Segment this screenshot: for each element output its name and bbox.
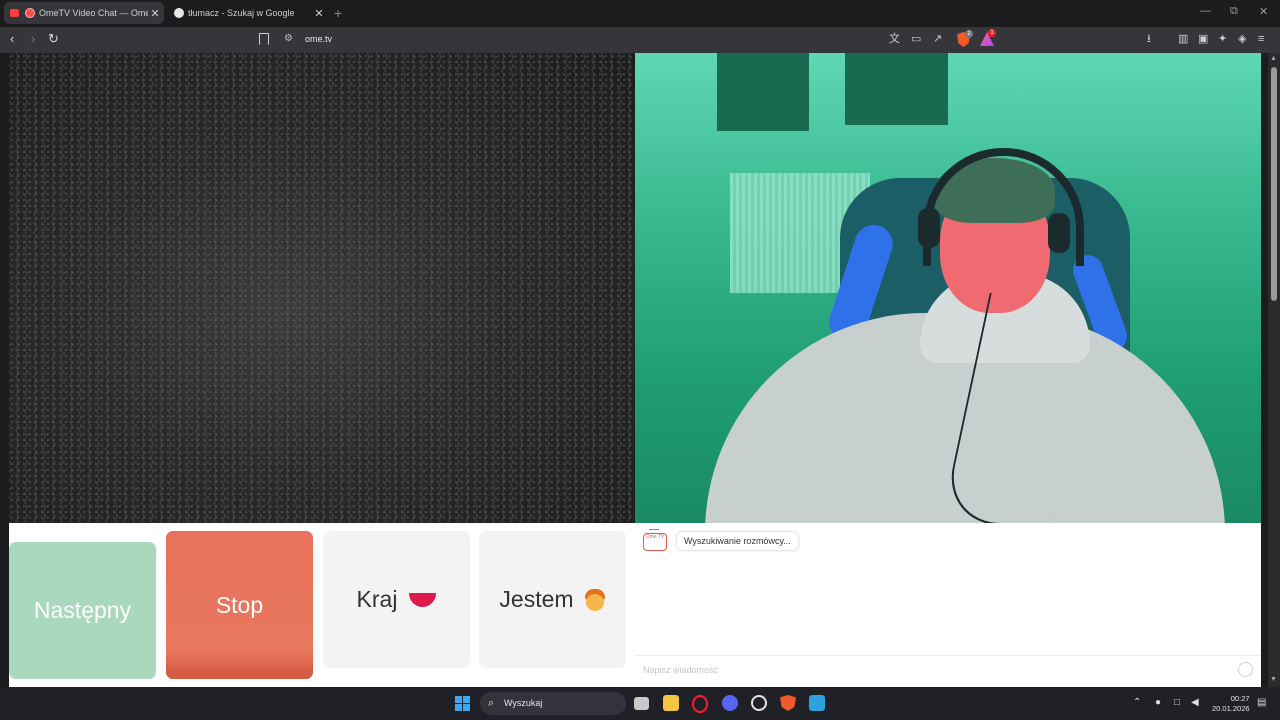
tab-ometv[interactable]: OmeTV Video Chat — Omeg ✕ [4,2,164,24]
scroll-thumb[interactable] [1271,67,1277,301]
bookmark-icon[interactable] [259,33,269,45]
message-input[interactable]: Napisz wiadomość [643,665,718,675]
rewards-badge: 1 [988,29,996,37]
wallet-icon[interactable]: ▣ [1198,33,1208,45]
background-window [717,53,809,131]
windows-taskbar: ⌕ Wyszukaj ⌃ ● □ ◀ 00:27 20.01.2026 ▤ [0,687,1280,720]
recording-indicator-icon [25,8,35,18]
google-favicon-icon [174,8,184,18]
forward-icon[interactable]: › [31,32,35,46]
chat-status-message: Wyszukiwanie rozmówcy... [677,532,798,550]
youtube-favicon-icon [10,9,19,17]
sidebar-icon[interactable]: ▥ [1178,33,1188,45]
brave-browser-icon[interactable] [780,695,796,711]
address-bar[interactable]: ome.tv [305,34,332,44]
boy-emoji-icon [584,588,606,612]
steam-icon[interactable] [751,695,767,711]
headphone-cup [918,208,940,248]
country-button-label: Kraj [356,586,398,612]
chat-input-bar[interactable]: Napisz wiadomość [635,655,1261,682]
cast-icon[interactable]: ▭ [911,33,921,45]
poland-flag-icon [409,592,437,607]
network-icon[interactable]: □ [1174,697,1180,708]
next-button[interactable]: Następny [9,542,156,679]
stop-button[interactable]: Stop [166,531,313,679]
tab-title: tłumacz - Szukaj w Google [188,8,295,18]
chat-panel: Ome TV Wyszukiwanie rozmówcy... Napisz w… [635,523,1261,687]
opera-icon[interactable] [692,695,708,713]
page-scrollbar[interactable]: ▲ ▼ [1268,53,1280,687]
vpn-icon[interactable]: ◈ [1238,33,1246,45]
close-window-button[interactable]: ✕ [1259,5,1268,18]
minimize-button[interactable]: — [1200,5,1211,17]
windows-start-icon[interactable] [455,696,470,711]
back-icon[interactable]: ‹ [10,32,14,46]
shields-badge: 2 [965,30,973,38]
headphone-cup [1048,213,1070,253]
stop-button-label: Stop [215,591,264,618]
close-tab-icon[interactable]: ✕ [312,7,326,20]
browser-toolbar: ‹ › ↻ ⚙ ome.tv 文 ▭ ↗ 2 1 ⭳ ▥ ▣ ✦ ◈ ≡ [0,27,1280,53]
scroll-down-icon[interactable]: ▼ [1270,676,1277,683]
leo-icon[interactable]: ✦ [1218,33,1227,45]
next-button-label: Następny [33,597,132,623]
browser-tab-strip: OmeTV Video Chat — Omeg ✕ tłumacz - Szuk… [0,0,1280,27]
notifications-icon[interactable]: ▤ [1257,697,1266,708]
search-icon: ⌕ [488,697,495,709]
share-icon[interactable]: ↗ [933,33,942,45]
translate-icon[interactable]: 文 [889,33,900,45]
tab-title: OmeTV Video Chat — Omeg [39,8,148,18]
gender-button[interactable]: Jestem [479,531,626,668]
volume-icon[interactable]: ◀ [1191,697,1199,708]
microphone-icon[interactable]: ● [1155,697,1161,708]
snipping-tool-icon[interactable] [809,695,825,711]
site-settings-icon[interactable]: ⚙ [284,33,293,44]
maximize-button[interactable]: ⧉ [1230,5,1238,18]
taskbar-clock[interactable]: 00:27 20.01.2026 [1212,694,1250,714]
scroll-up-icon[interactable]: ▲ [1270,55,1277,62]
taskbar-search[interactable]: ⌕ Wyszukaj [480,692,626,715]
close-tab-icon[interactable]: ✕ [148,7,162,20]
ometv-bot-avatar: Ome TV [643,529,667,551]
ometv-page: Następny Stop Kraj Jestem Ome TV Wyszuki… [9,53,1261,687]
tab-google-search[interactable]: tłumacz - Szukaj w Google ✕ [168,2,328,24]
downloads-icon[interactable]: ⭳ [1147,33,1151,45]
emoji-icon[interactable] [1238,662,1253,677]
gender-button-label: Jestem [499,586,574,612]
menu-icon[interactable]: ≡ [1258,33,1264,45]
local-webcam-video [635,53,1261,523]
file-explorer-icon[interactable] [663,695,679,711]
country-button[interactable]: Kraj [323,531,470,668]
remote-video [9,53,635,523]
video-static-noise [9,53,635,523]
clock-date: 20.01.2026 [1212,704,1250,713]
background-window [845,53,948,125]
task-view-icon[interactable] [634,697,649,710]
discord-icon[interactable] [722,695,738,711]
clock-time: 00:27 [1230,694,1250,703]
new-tab-button[interactable]: + [334,5,342,21]
taskbar-search-label: Wyszukaj [504,698,543,708]
tray-overflow-icon[interactable]: ⌃ [1133,697,1141,708]
reload-icon[interactable]: ↻ [48,32,59,46]
